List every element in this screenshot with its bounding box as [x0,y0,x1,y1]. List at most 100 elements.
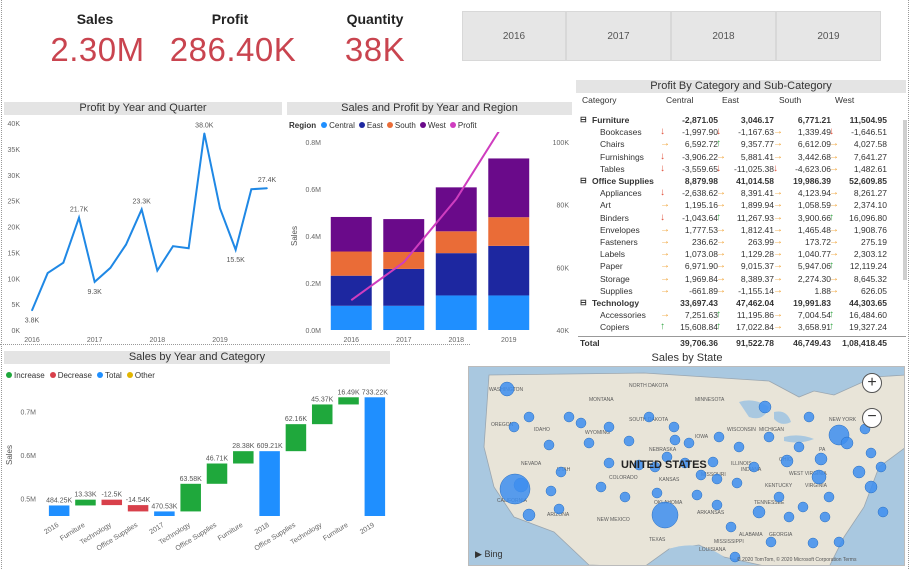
waterfall-bar[interactable] [259,451,280,516]
state-bubble[interactable] [508,421,520,433]
state-bubble[interactable] [752,505,766,519]
bar-segment[interactable] [488,158,530,218]
pivot-subcategory-row[interactable]: Labels → 1,073.08 → 1,129.28 → 1,040.77 → 2,303.… [578,248,906,260]
state-bubble[interactable] [619,491,631,503]
state-bubble[interactable] [731,477,743,489]
state-bubble[interactable] [563,411,575,423]
state-bubble[interactable] [603,421,615,433]
year-slicer-2018[interactable]: 2018 [671,11,776,61]
legend-item[interactable]: Decrease [49,371,92,380]
pivot-category-row[interactable]: ⊟ Office Supplies 8,879.98 41,014.58 19,986.… [578,175,906,187]
state-bubble[interactable] [669,434,681,446]
state-bubble[interactable] [499,473,531,505]
pivot-subcategory-row[interactable]: Chairs → 6,592.72 ↑ 9,357.77 → 6,612.09 → 4,027.… [578,138,906,150]
bar-segment[interactable] [435,187,477,232]
state-bubble[interactable] [543,439,555,451]
bar-segment[interactable] [488,217,530,246]
pivot-subcategory-row[interactable]: Appliances ↓ -2,638.62 → 8,391.41 → 4,123.94 → 8… [578,187,906,199]
pivot-subcategory-row[interactable]: Accessories → 7,251.63 ↑ 11,195.86 → 7,004.54 ↑… [578,309,906,321]
pivot-column-header[interactable]: Category [582,94,617,106]
state-bubble[interactable] [763,431,775,443]
collapse-icon[interactable]: ⊟ [580,114,587,126]
state-bubble[interactable] [651,487,663,499]
waterfall-bar[interactable] [75,499,96,506]
state-bubble[interactable] [783,511,795,523]
state-bubble[interactable] [651,501,679,529]
state-bubble[interactable] [545,485,557,497]
legend-item[interactable]: Total [96,371,122,380]
bar-segment[interactable] [383,268,425,306]
state-bubble[interactable] [803,411,815,423]
state-bubble[interactable] [695,469,707,481]
state-bubble[interactable] [814,452,828,466]
state-bubble[interactable] [797,501,809,513]
bar-segment[interactable] [330,216,372,252]
state-bubble[interactable] [852,465,866,479]
bar-segment[interactable] [383,305,425,330]
year-slicer-2017[interactable]: 2017 [566,11,671,61]
state-bubble[interactable] [668,421,680,433]
state-bubble[interactable] [833,536,845,548]
pivot-column-header[interactable]: West [835,94,854,106]
waterfall-bar[interactable] [364,397,386,516]
waterfall-bar[interactable] [154,511,175,516]
legend-item[interactable]: Profit [449,121,477,130]
state-bubble[interactable] [683,437,695,449]
waterfall-bar[interactable] [338,397,359,405]
state-bubble[interactable] [793,441,805,453]
waterfall-bar[interactable] [233,451,254,464]
state-bubble[interactable] [773,491,785,503]
state-bubble[interactable] [643,411,655,423]
bar-segment[interactable] [383,251,425,269]
state-bubble[interactable] [583,437,595,449]
pivot-scrollbar[interactable] [903,120,907,280]
pivot-subcategory-row[interactable]: Copiers ↑ 15,608.84 ↑ 17,022.84 → 3,658.91 ↑ 19,… [578,321,906,333]
bar-segment[interactable] [330,251,372,276]
state-bubble[interactable] [865,447,877,459]
bar-segment[interactable] [383,219,425,252]
state-bubble[interactable] [555,466,567,478]
zoom-out-button[interactable]: − [862,408,882,428]
waterfall-bar[interactable] [311,404,333,425]
year-slicer-2019[interactable]: 2019 [776,11,881,61]
bar-segment[interactable] [488,295,530,330]
bar-segment[interactable] [435,295,477,330]
state-bubble[interactable] [603,457,615,469]
sales-region-chart[interactable]: 0.0M 0.2M 0.4M 0.6M 0.8M 40K 60K 80K 100K Sales 20… [285,132,575,347]
bar-segment[interactable] [488,245,530,296]
state-bubble[interactable] [840,436,854,450]
pivot-subcategory-row[interactable]: Supplies → -661.89 → -1,155.14 → 1.88 → 626.05 [578,285,906,297]
state-bubble[interactable] [864,480,878,494]
waterfall-chart[interactable]: 0.5M 0.6M 0.7M Sales 484.25K 2016 13.33K Furnit… [0,380,460,569]
bar-segment[interactable] [330,305,372,330]
pivot-column-header[interactable]: East [722,94,739,106]
pivot-table[interactable]: Category Central East South West ⊟ Furniture -2… [578,94,906,348]
state-map[interactable]: WASHINGTONOREGONIDAHOMONTANANORTH DAKOTA… [468,366,905,566]
pivot-column-header[interactable]: Central [666,94,693,106]
profit-quarter-chart[interactable]: 0K 5K 10K 15K 20K 25K 30K 35K 40K 2016 2017 2018 201… [0,115,285,345]
state-bubble[interactable] [811,469,827,485]
state-bubble[interactable] [595,481,607,493]
pivot-category-row[interactable]: ⊟ Furniture -2,871.05 3,046.17 6,771.21 11,50… [578,114,906,126]
state-bubble[interactable] [623,435,635,447]
state-bubble[interactable] [748,461,760,473]
state-bubble[interactable] [807,537,819,549]
state-bubble[interactable] [733,441,745,453]
map-copyright[interactable]: © 2020 TomTom, © 2020 Microsoft Corporat… [737,557,856,563]
legend-item[interactable]: West [419,121,446,130]
state-bubble[interactable] [780,454,794,468]
zoom-in-button[interactable]: + [862,373,882,393]
state-bubble[interactable] [711,473,723,485]
waterfall-bar[interactable] [206,463,228,484]
waterfall-bar[interactable] [48,505,70,516]
pivot-category-row[interactable]: ⊟ Technology 33,697.43 47,462.04 19,991.83 44… [578,297,906,309]
state-bubble[interactable] [691,489,703,501]
pivot-subcategory-row[interactable]: Furnishings ↓ -3,906.22 → 5,881.41 → 3,442.68 →… [578,151,906,163]
collapse-icon[interactable]: ⊟ [580,175,587,187]
year-slicer-2016[interactable]: 2016 [462,11,566,61]
legend-item[interactable]: Central [321,121,355,130]
bar-segment[interactable] [435,231,477,254]
legend-item[interactable]: East [358,121,383,130]
pivot-subcategory-row[interactable]: Tables ↓ -3,559.65 ↓ -11,025.38 ↓ -4,623.06 → 1,… [578,163,906,175]
waterfall-bar[interactable] [285,424,307,452]
